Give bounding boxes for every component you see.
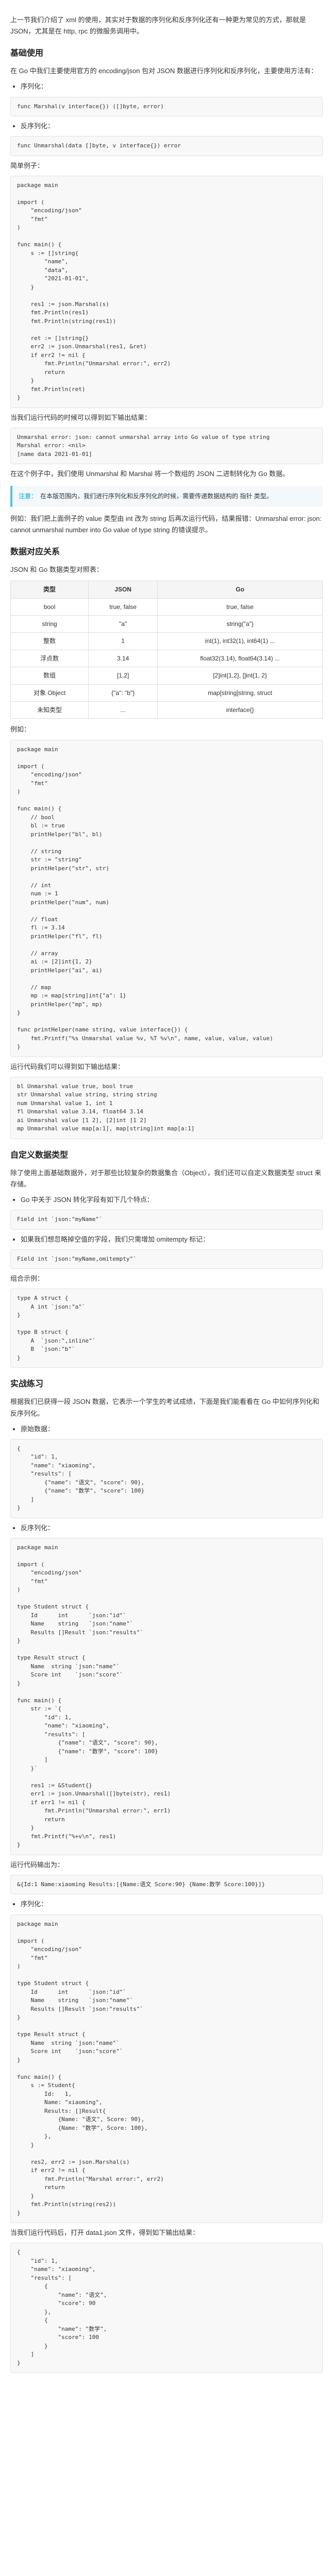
section-custom-type: 自定义数据类型 [10, 1148, 323, 1162]
intro-text: 上一节我们介绍了 xml 的使用，其实对于数据的序列化和反序列化还有一种更为常见… [10, 14, 323, 37]
table-row: 整数1int(1), int32(1), int64(1) ... [11, 633, 323, 650]
code-omitempty: Field int `json:"myName,omitempty"` [10, 1249, 323, 1269]
code-mapping-example: package main import ( "encoding/json" "f… [10, 740, 323, 1057]
basic-p1: 在 Go 中我们主要使用官方的 encoding/json 包对 JSON 数据… [10, 65, 323, 77]
practice-result1-label: 运行代码输出为： [10, 1859, 323, 1871]
practice-data-label: 原始数据： [21, 1423, 323, 1435]
table-row: 未知类型...interface{} [11, 702, 323, 719]
combine-label: 组合示例： [10, 1273, 323, 1284]
section-basic-usage: 基础使用 [10, 46, 323, 60]
type-mapping-table: 类型JSONGo booltrue, falsetrue, falsestrin… [10, 581, 323, 719]
note-label: 注意： [19, 493, 37, 500]
table-row: string"a"string("a") [11, 616, 323, 633]
section-data-mapping: 数据对应关系 [10, 545, 323, 559]
eg-p: 例如：我们把上面例子的 value 类型由 int 改为 string 后再次运… [10, 513, 323, 536]
code-practice-ser: package main import ( "encoding/json" "f… [10, 1914, 323, 2224]
mapping-result-label: 运行代码我们可以得到如下输出结果： [10, 1061, 323, 1073]
code-marshal-sig: func Marshal(v interface{}) ([]byte, err… [10, 97, 323, 117]
code-mapping-result: bl Unmarshal value true, bool true str U… [10, 1077, 323, 1139]
code-practice-deser: package main import ( "encoding/json" "f… [10, 1538, 323, 1855]
custom-b2: 如果我们想忽略掉空值的字段，我们只需增加 omitempty 标记： [21, 1234, 323, 1245]
simple-example-label: 简单例子： [10, 160, 323, 172]
table-header: Go [158, 581, 323, 598]
inthis-p: 在这个例子中，我们使用 Unmarshal 和 Marshal 将一个数组的 J… [10, 468, 323, 480]
mapping-eg-label: 例如： [10, 724, 323, 735]
section-practice: 实战练习 [10, 1377, 323, 1391]
code-raw-data: { "id": 1, "name": "xiaoming", "results"… [10, 1439, 323, 1518]
custom-p1: 除了使用上面基础数据外，对于那些比较复杂的数据集合（Object），我们还可以自… [10, 1167, 323, 1190]
practice-ser-label: 序列化： [21, 1899, 323, 1910]
note-box: 注意：在本版范围内，我们进行序列化和反序列化的时候，需要传递数据结构的 指针 类… [10, 486, 323, 506]
table-header: JSON [89, 581, 158, 598]
practice-result2-label: 当我们运行代码后，打开 data1.json 文件，得到如下输出结果： [10, 2227, 323, 2239]
table-row: 浮点数3.14float32(3.14), float64(3.14) ... [11, 650, 323, 667]
result1-label: 当我们运行代码的时候可以得到如下输出结果： [10, 412, 323, 423]
code-field-tag: Field int `json:"myName"` [10, 1210, 323, 1230]
code-practice-result2: { "id": 1, "name": "xiaoming", "results"… [10, 2243, 323, 2373]
table-header: 类型 [11, 581, 89, 598]
bullet-serialize: 序列化： [21, 81, 323, 92]
practice-p1: 根据我们已获得一段 JSON 数据，它表示一个学生的考试成绩，下面是我们能看看在… [10, 1396, 323, 1419]
practice-deser-label: 反序列化： [21, 1522, 323, 1534]
table-row: booltrue, falsetrue, false [11, 598, 323, 615]
note-text: 在本版范围内，我们进行序列化和反序列化的时候，需要传递数据结构的 指针 类型。 [40, 493, 273, 500]
code-simple-example: package main import ( "encoding/json" "f… [10, 176, 323, 408]
mapping-p1: JSON 和 Go 数据类型对照表： [10, 564, 323, 575]
code-combine: type A struct { A int `json:"a"` } type … [10, 1289, 323, 1368]
table-row: 对象 Object{"a": "b"}map[string]string, st… [11, 684, 323, 701]
code-unmarshal-sig: func Unmarshal(data []byte, v interface{… [10, 136, 323, 156]
table-row: 数组[1,2][2]int{1,2}, []int{1, 2} [11, 667, 323, 684]
code-result1: Unmarshal error: json: cannot unmarshal … [10, 428, 323, 465]
code-practice-result1: &{Id:1 Name:xiaoming Results:[{Name:语文 S… [10, 1875, 323, 1895]
bullet-deserialize: 反序列化： [21, 121, 323, 132]
custom-b1: Go 中关于 JSON 转化字段有如下几个特点： [21, 1194, 323, 1206]
